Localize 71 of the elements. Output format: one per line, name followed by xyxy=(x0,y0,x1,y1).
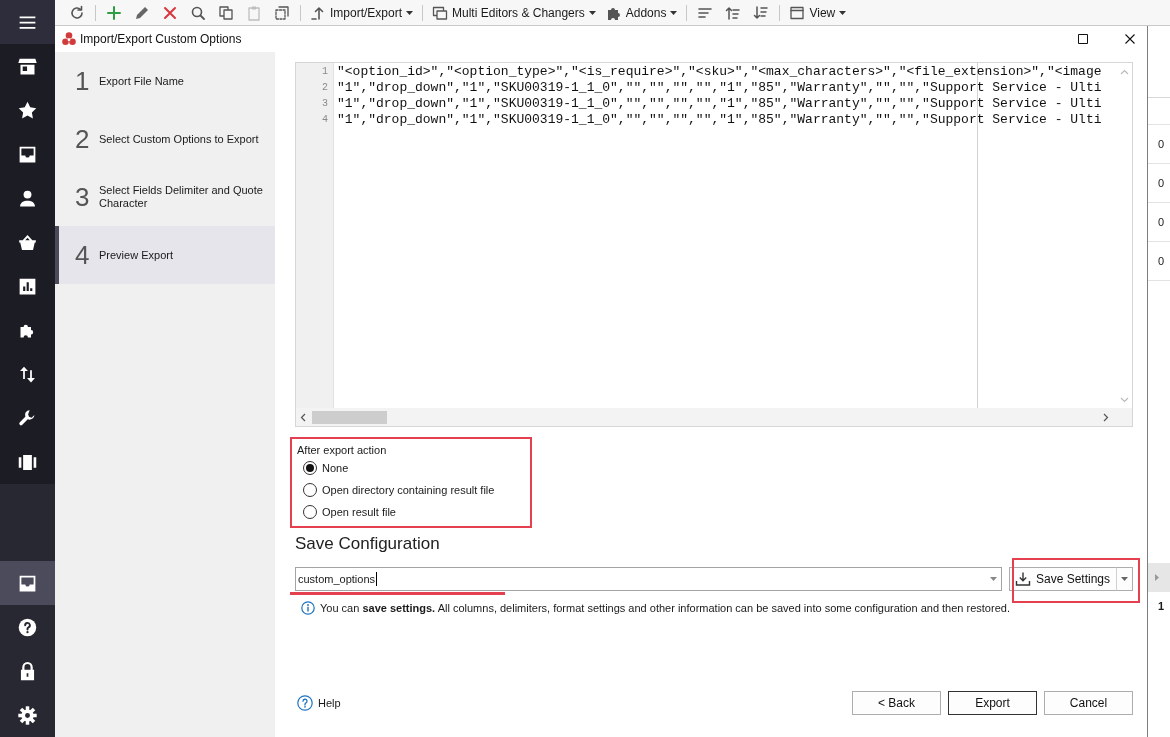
table-cell-text: 1 xyxy=(1156,599,1165,614)
table-cell: 0 xyxy=(1148,163,1170,202)
caret-down-icon xyxy=(839,10,847,15)
selection-icon[interactable] xyxy=(274,4,290,21)
window-icon xyxy=(789,4,806,21)
code-line: "1","drop_down","1","SKU00319-1_1_0","","","","","1","85","Warranty","","","Support Service - Ulti xyxy=(337,96,1103,112)
save-settings-button[interactable]: Save Settings xyxy=(1008,567,1117,591)
logo-icon xyxy=(62,32,76,46)
arrow-right-icon xyxy=(1155,574,1159,581)
wizard-step[interactable]: 4 Preview Export xyxy=(55,226,275,284)
sort-up-icon[interactable] xyxy=(725,4,742,21)
caret-down-icon xyxy=(588,10,596,15)
close-icon[interactable] xyxy=(1125,34,1135,44)
upload-icon xyxy=(310,4,326,21)
caret-down-icon xyxy=(670,10,678,15)
table-cell: 0 xyxy=(1148,124,1170,163)
settings-icon xyxy=(17,704,38,726)
scrollbar-thumb[interactable] xyxy=(312,410,387,424)
sort-down-icon[interactable] xyxy=(753,4,770,21)
group-label: After export action xyxy=(297,443,388,457)
toolbar-menu-button[interactable]: Multi Editors & Changers xyxy=(427,1,601,24)
windows-icon xyxy=(432,4,449,21)
scroll-left-icon[interactable] xyxy=(300,412,306,422)
dialog-title: Import/Export Custom Options xyxy=(80,32,243,46)
code-line: "1","drop_down","1","SKU00319-1_1_0","","","","","1","85","Warranty","","","Support Service - Ulti xyxy=(337,112,1103,128)
line-number: 2 xyxy=(321,81,328,95)
cancel-button[interactable]: Cancel xyxy=(1044,691,1133,715)
table-cell: 0 xyxy=(1148,202,1170,241)
caret-down-icon xyxy=(1121,577,1128,581)
scroll-right-icon[interactable] xyxy=(1103,412,1109,422)
export-button[interactable]: Export xyxy=(948,691,1037,715)
help-link[interactable]: Help xyxy=(318,697,341,709)
section-heading: Save Configuration xyxy=(295,534,441,554)
help-icon[interactable] xyxy=(297,695,313,711)
wizard-step[interactable]: 1 Export File Name xyxy=(55,52,275,110)
download-icon xyxy=(1014,571,1031,587)
cross-icon[interactable] xyxy=(162,4,178,21)
help-icon xyxy=(17,616,38,638)
refresh-icon[interactable] xyxy=(69,4,85,21)
copy-icon[interactable] xyxy=(218,4,234,21)
caret-down-icon xyxy=(989,577,997,581)
search-icon[interactable] xyxy=(190,4,206,21)
sidebar-item[interactable] xyxy=(0,561,55,605)
pencil-icon[interactable] xyxy=(134,4,150,21)
wizard-step[interactable]: 2 Select Custom Options to Export xyxy=(55,110,275,168)
toolbar-menu-button[interactable]: View xyxy=(784,1,852,24)
line-number: 1 xyxy=(321,65,328,79)
dropdown-button[interactable] xyxy=(1117,567,1133,591)
info-icon xyxy=(301,601,315,615)
radio-button[interactable] xyxy=(303,483,317,497)
back-button[interactable]: < Back xyxy=(852,691,941,715)
wizard-step[interactable]: 3 Select Fields Delimiter and Quote Character xyxy=(55,168,275,226)
toolbar-menu-button[interactable]: Addons xyxy=(600,1,683,24)
option-label[interactable]: Open directory containing result file xyxy=(322,484,495,496)
text-cursor-icon xyxy=(376,572,378,586)
star-icon xyxy=(17,99,38,121)
table-cell: 0 xyxy=(1148,241,1170,280)
option-label[interactable]: Open result file xyxy=(322,506,396,518)
radio-button[interactable] xyxy=(303,505,317,519)
radio-button[interactable] xyxy=(303,461,317,475)
maximize-icon[interactable] xyxy=(1078,34,1088,44)
code-line: "1","drop_down","1","SKU00319-1_1_0","","","","","1","85","Warranty","","","Support Service - Ulti xyxy=(337,80,1103,96)
line-number: 3 xyxy=(321,97,328,111)
code-line: "<option_id>","<option_type>","<is_require>","<sku>","<max_characters>","<file_extension>","<image xyxy=(337,64,1103,80)
info-text: You can save settings. All columns, delimiters, format settings and other information can be saved into some configuration and then restored. xyxy=(320,601,1010,615)
plus-icon[interactable] xyxy=(106,4,122,21)
configuration-combobox[interactable]: custom_options xyxy=(295,567,1002,591)
caret-down-icon xyxy=(406,10,414,15)
toolbar-menu-button[interactable]: Import/Export xyxy=(305,1,419,24)
option-label[interactable]: None xyxy=(322,462,349,474)
line-number: 4 xyxy=(321,113,328,127)
